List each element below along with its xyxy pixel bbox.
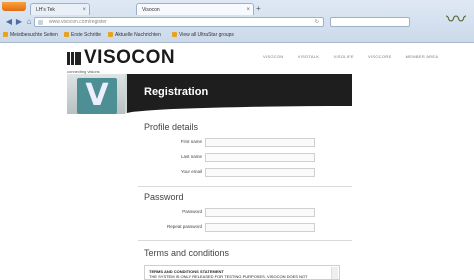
repeat-password-field[interactable] <box>205 223 315 232</box>
password-field[interactable] <box>205 208 315 217</box>
bookmark-item[interactable]: Meistbesuchte Seiten <box>3 30 58 41</box>
forward-arrow-icon[interactable]: ▶ <box>14 17 24 27</box>
navigation-toolbar: ◀ ▶ ⌂ www.visocon.com/register ↻ <box>0 16 474 28</box>
logo-text: VISOCON <box>84 47 176 68</box>
bookmark-icon <box>64 32 69 38</box>
bookmark-icon <box>108 32 113 38</box>
bookmark-label: Erste Schritte <box>71 32 102 38</box>
nav-item-visolife[interactable]: VISOLIFE <box>333 54 353 59</box>
bookmark-icon <box>172 32 177 38</box>
email-label: Your email <box>180 169 202 174</box>
tab-lhs-tek[interactable]: LH's Tek × <box>30 3 90 15</box>
bookmark-item[interactable]: View all UltraStar groups <box>172 30 234 41</box>
bookmark-icon <box>3 32 8 38</box>
logo-bars-icon <box>67 52 81 65</box>
browser-chrome: LH's Tek × Visocon × + 〰 ◀ ▶ ⌂ www.visoc… <box>0 0 474 43</box>
password-section-title: Password <box>144 192 184 202</box>
last-name-label: Last name <box>180 154 202 159</box>
first-name-row: First name <box>138 138 352 148</box>
password-row: Password <box>138 208 352 218</box>
tab-label: Visocon <box>142 7 160 13</box>
site-nav: VISOCON VISOTALK VISOLIFE VISOCORE MEMBE… <box>263 54 451 59</box>
url-text: www.visocon.com/register <box>49 19 107 25</box>
section-divider <box>138 186 352 187</box>
first-name-field[interactable] <box>205 138 315 147</box>
site-identity-icon <box>38 20 43 25</box>
nav-item-visotalk[interactable]: VISOTALK <box>298 54 320 59</box>
address-bar[interactable]: www.visocon.com/register ↻ <box>34 17 324 27</box>
bookmark-label: View all UltraStar groups <box>179 32 234 38</box>
close-tab-icon[interactable]: × <box>82 4 86 15</box>
last-name-field[interactable] <box>205 153 315 162</box>
tab-visocon[interactable]: Visocon × <box>136 3 254 15</box>
home-icon[interactable]: ⌂ <box>24 17 34 27</box>
reload-icon[interactable]: ↻ <box>315 18 319 27</box>
terms-textarea[interactable]: TERMS AND CONDITIONS STATEMENT THE SYSTE… <box>144 265 340 280</box>
password-label: Password <box>182 209 202 214</box>
registration-banner: V Registration <box>67 74 352 114</box>
bookmark-label: Aktuelle Nachrichten <box>115 32 161 38</box>
bookmarks-toolbar: Meistbesuchte Seiten Erste Schritte Aktu… <box>0 30 474 41</box>
firefox-menu-button[interactable] <box>2 2 26 11</box>
bookmark-item[interactable]: Erste Schritte <box>64 30 101 41</box>
repeat-password-label: Repeat password <box>166 224 202 229</box>
email-row: Your email <box>138 168 352 178</box>
nav-item-visocore[interactable]: VISOCORE <box>368 54 392 59</box>
v-logo-icon: V <box>77 78 117 114</box>
search-input[interactable] <box>330 17 410 27</box>
new-tab-button[interactable]: + <box>256 4 261 14</box>
nav-item-visocon[interactable]: VISOCON <box>263 54 284 59</box>
terms-section-title: Terms and conditions <box>144 248 230 258</box>
page-title: Registration <box>144 86 209 98</box>
terms-text: THE SYSTEM IS ONLY RELEASED FOR TESTING … <box>149 274 308 279</box>
first-name-label: First name <box>180 139 202 144</box>
email-field[interactable] <box>205 168 315 177</box>
bookmark-label: Meistbesuchte Seiten <box>10 32 58 38</box>
nav-item-member-area[interactable]: MEMBER AREA <box>406 54 439 59</box>
banner-logo-panel: V <box>67 74 127 114</box>
profile-section-title: Profile details <box>144 122 199 132</box>
repeat-password-row: Repeat password <box>138 223 352 233</box>
terms-scrollbar[interactable] <box>331 267 338 279</box>
web-page: VISOCON connecting visions VISOCON VISOT… <box>0 43 474 280</box>
tab-label: LH's Tek <box>36 7 55 13</box>
close-tab-icon[interactable]: × <box>246 4 250 15</box>
section-divider <box>138 240 352 241</box>
last-name-row: Last name <box>138 153 352 163</box>
bookmark-item[interactable]: Aktuelle Nachrichten <box>108 30 161 41</box>
back-arrow-icon[interactable]: ◀ <box>4 17 14 27</box>
